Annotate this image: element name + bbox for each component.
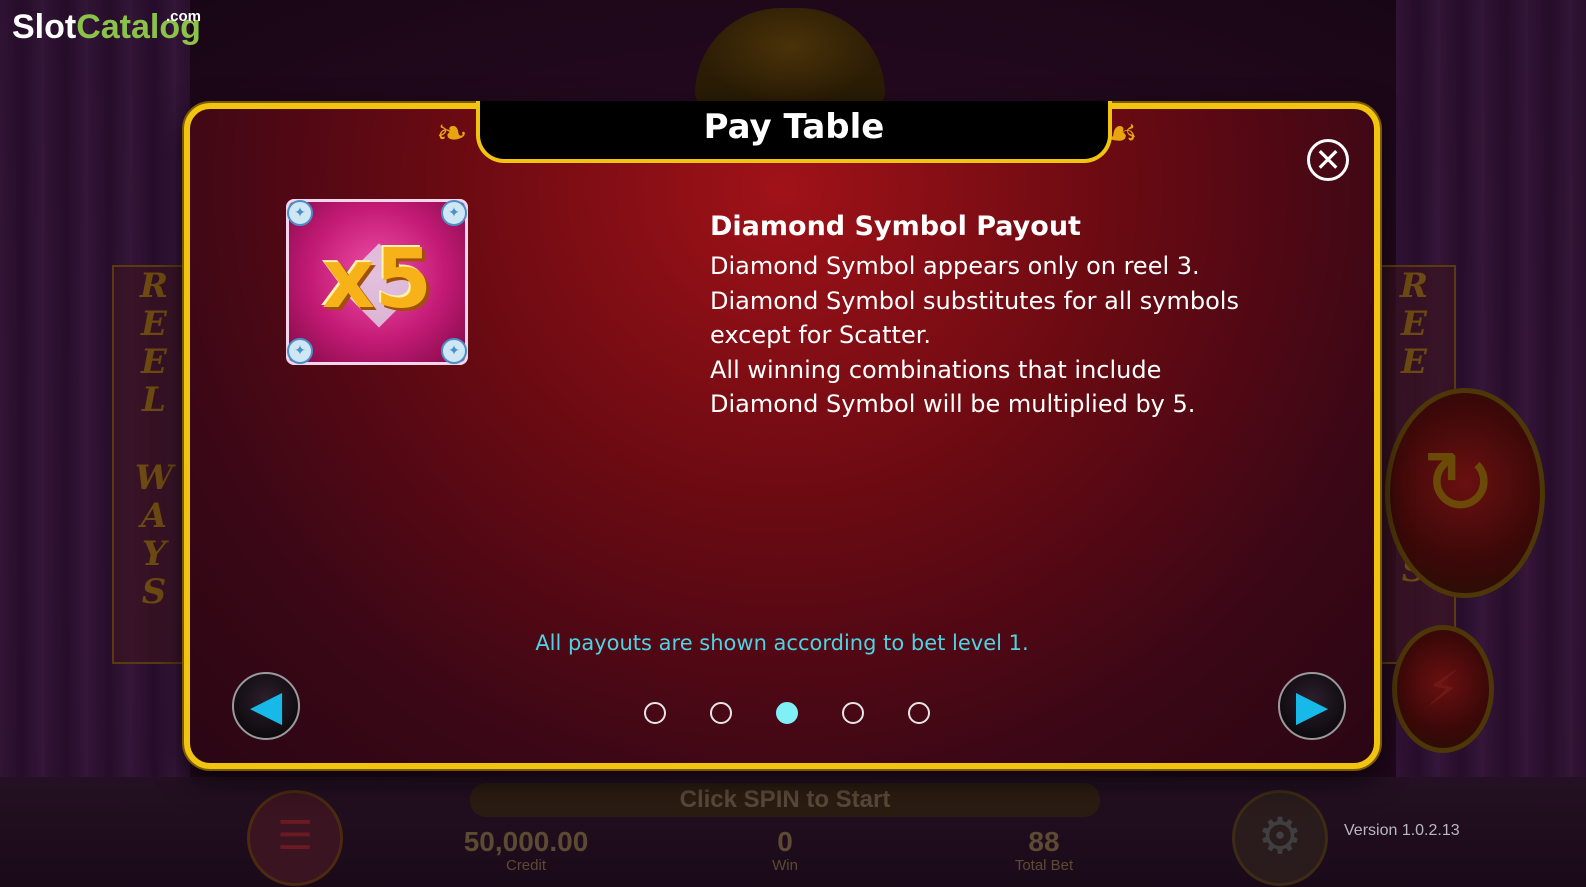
close-icon: ✕ xyxy=(1314,141,1342,179)
credit-value: 50,000.00 xyxy=(463,826,589,857)
banner-letter: E xyxy=(1401,304,1427,344)
menu-icon: ☰ xyxy=(277,813,313,859)
corner-ornament-icon: ✦ xyxy=(287,338,313,364)
page-dot-5[interactable] xyxy=(908,702,930,724)
page-indicator xyxy=(644,702,944,726)
close-button[interactable]: ✕ xyxy=(1307,139,1349,181)
title-bar: Pay Table xyxy=(476,101,1112,163)
win-display: 0 Win xyxy=(705,826,865,874)
bet-chip-button[interactable]: ⚙ xyxy=(1232,790,1328,886)
info-line: Diamond Symbol substitutes for all symbo… xyxy=(710,286,1239,315)
logo-slot-text: Slot xyxy=(12,8,77,46)
page-dot-1[interactable] xyxy=(644,702,666,724)
page-dot-3[interactable] xyxy=(776,702,798,724)
banner-letter: E xyxy=(1401,342,1427,382)
spin-button[interactable]: ↻ xyxy=(1385,388,1545,598)
arrow-left-icon: ◀ xyxy=(249,681,283,730)
page-dot-2[interactable] xyxy=(710,702,732,724)
corner-ornament-icon: ✦ xyxy=(287,200,313,226)
corner-ornament-icon: ✦ xyxy=(441,200,467,226)
chip-icon: ⚙ xyxy=(1257,807,1303,865)
banner-letter: Y xyxy=(141,534,167,574)
spin-message: Click SPIN to Start xyxy=(470,783,1100,817)
version-label: Version 1.0.2.13 xyxy=(1344,822,1460,839)
info-line: except for Scatter. xyxy=(710,321,932,349)
total-bet-label: Total Bet xyxy=(1014,857,1074,874)
win-label: Win xyxy=(772,857,798,874)
banner-letter: W xyxy=(134,458,174,498)
turbo-button[interactable]: ⚡ xyxy=(1392,625,1494,753)
info-line: Diamond Symbol appears only on reel 3. xyxy=(710,252,1200,280)
info-title: Diamond Symbol Payout xyxy=(710,211,1081,242)
diamond-x5-symbol: ✦ ✦ ✦ ✦ ◆ x5 xyxy=(286,199,468,365)
banner-letter: R xyxy=(139,266,169,306)
logo-com-text: .com xyxy=(166,8,202,25)
banner-letter: S xyxy=(141,572,167,612)
next-page-button[interactable]: ▶ xyxy=(1278,672,1346,740)
corner-ornament-icon: ✦ xyxy=(441,338,467,364)
symbol-info: Diamond Symbol Payout Diamond Symbol app… xyxy=(710,209,1330,422)
banner-letter: L xyxy=(142,380,166,420)
arrow-right-icon: ▶ xyxy=(1295,681,1329,730)
bet-level-note: All payouts are shown according to bet l… xyxy=(535,631,1029,655)
spin-icon: ↻ xyxy=(1421,431,1497,536)
page-dot-4[interactable] xyxy=(842,702,864,724)
prev-page-button[interactable]: ◀ xyxy=(232,672,300,740)
banner-letter: E xyxy=(141,342,167,382)
banner-letter: A xyxy=(140,496,168,536)
symbol-multiplier: x5 xyxy=(322,232,432,327)
slotcatalog-logo: SlotCatalog .com xyxy=(12,8,201,47)
lightning-icon: ⚡ xyxy=(1426,661,1460,717)
win-value: 0 xyxy=(777,826,793,857)
menu-button[interactable]: ☰ xyxy=(247,790,343,886)
info-line: All winning combinations that include xyxy=(710,355,1162,384)
scroll-ornament-left-icon: ❧ xyxy=(436,111,468,155)
total-bet-display: 88 Total Bet xyxy=(964,826,1124,874)
banner-letter: E xyxy=(141,304,167,344)
modal-title: Pay Table xyxy=(703,107,885,147)
paytable-modal: ❧ ☙ Pay Table ✕ ✦ ✦ ✦ ✦ ◆ x5 Diamond Sym… xyxy=(184,101,1380,769)
banner-letter: R xyxy=(1399,266,1429,306)
info-line: Diamond Symbol will be multiplied by 5. xyxy=(710,390,1196,418)
credit-display: 50,000.00 Credit xyxy=(446,826,606,874)
total-bet-value: 88 xyxy=(1028,826,1060,857)
credit-label: Credit xyxy=(505,857,546,874)
